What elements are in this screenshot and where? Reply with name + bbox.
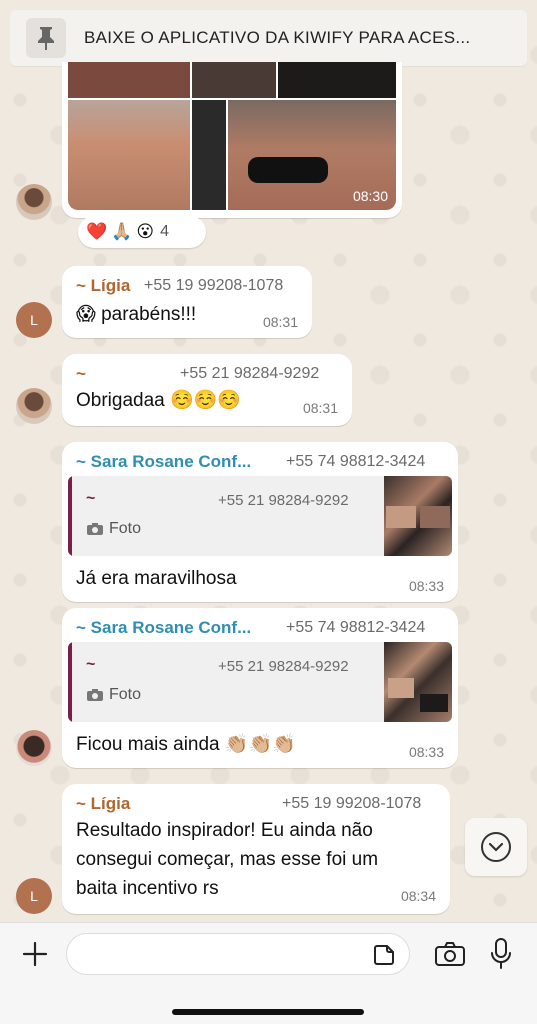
sender-phone: +55 74 98812-3424 <box>286 619 426 636</box>
message-input-bar <box>0 922 537 1024</box>
quoted-message[interactable]: ~ +55 21 98284-9292 Foto <box>68 642 452 722</box>
quote-label: Foto <box>109 520 142 537</box>
sender-name[interactable]: ~ <box>76 364 86 384</box>
quote-phone: +55 21 98284-9292 <box>218 492 349 509</box>
avatar[interactable] <box>16 388 52 424</box>
message-time: 08:34 <box>400 888 436 904</box>
camera-icon[interactable] <box>432 937 468 971</box>
message-text-line: Resultado inspirador! Eu ainda não <box>76 820 373 841</box>
avatar-letter: L <box>30 312 38 328</box>
quote-phone: +55 21 98284-9292 <box>218 658 349 675</box>
message-time: 08:30 <box>352 188 388 204</box>
message-text-line: consegui começar, mas esse foi um <box>76 849 379 870</box>
message-time: 08:31 <box>302 400 338 416</box>
quote-thumbnail <box>384 476 452 556</box>
avatar[interactable] <box>16 184 52 220</box>
photo-collage[interactable] <box>68 62 396 210</box>
sender-name[interactable]: ~ Sara Rosane Conf... <box>76 452 251 472</box>
message-bubble[interactable]: ~ Lígia +55 19 99208-1078 😱 parabéns!!! … <box>62 266 312 338</box>
message-text: Já era maravilhosa <box>76 568 237 589</box>
avatar[interactable]: L <box>16 878 52 914</box>
reaction-bar[interactable]: ❤️ 🙏🏼 😮 4 <box>78 216 206 248</box>
quote-photo-label: Foto <box>86 520 141 538</box>
message-bubble[interactable]: ~ Sara Rosane Conf... +55 74 98812-3424 … <box>62 608 458 768</box>
message-time: 08:33 <box>408 744 444 760</box>
pinned-message-banner[interactable]: BAIXE O APLICATIVO DA KIWIFY PARA ACES..… <box>10 10 527 66</box>
avatar[interactable]: L <box>16 302 52 338</box>
message-text: Obrigadaa ☺️☺️☺️ <box>76 390 241 411</box>
quote-label: Foto <box>109 686 142 703</box>
quote-bar <box>68 476 72 556</box>
sender-phone: +55 21 98284-9292 <box>180 365 320 382</box>
quote-sender: ~ <box>86 490 96 507</box>
quote-sender: ~ <box>86 656 96 673</box>
message-time: 08:31 <box>262 314 298 330</box>
avatar[interactable] <box>16 730 52 766</box>
message-text: 😱 parabéns!!! <box>76 304 197 325</box>
message-time: 08:33 <box>408 578 444 594</box>
message-bubble[interactable]: ~ Lígia +55 19 99208-1078 Resultado insp… <box>62 784 450 914</box>
message-bubble[interactable]: ~ +55 21 98284-9292 Obrigadaa ☺️☺️☺️ 08:… <box>62 354 352 426</box>
message-input[interactable] <box>66 933 410 975</box>
image-message-bubble[interactable]: 08:30 <box>62 62 402 218</box>
pin-icon <box>26 18 66 58</box>
camera-icon <box>87 523 103 535</box>
quote-thumbnail <box>384 642 452 722</box>
message-text: Ficou mais ainda 👏🏼👏🏼👏🏼 <box>76 734 296 755</box>
quote-bar <box>68 642 72 722</box>
reaction-emoji: 😮 <box>136 222 155 241</box>
sender-name[interactable]: ~ Lígia <box>76 794 130 814</box>
message-bubble[interactable]: ~ Sara Rosane Conf... +55 74 98812-3424 … <box>62 442 458 602</box>
quoted-message[interactable]: ~ +55 21 98284-9292 Foto <box>68 476 452 556</box>
reaction-emoji: 🙏🏼 <box>111 222 133 241</box>
sender-phone: +55 74 98812-3424 <box>286 453 426 470</box>
sticker-icon[interactable] <box>371 942 397 968</box>
reaction-emoji: ❤️ <box>86 222 108 241</box>
quote-photo-label: Foto <box>86 686 141 704</box>
sender-name[interactable]: ~ Lígia <box>76 276 130 296</box>
sender-name[interactable]: ~ Sara Rosane Conf... <box>76 618 251 638</box>
scroll-to-bottom-button[interactable] <box>465 818 527 876</box>
camera-icon <box>87 689 103 701</box>
pinned-message-text: BAIXE O APLICATIVO DA KIWIFY PARA ACES..… <box>84 28 471 47</box>
plus-icon[interactable] <box>18 937 52 971</box>
chevron-down-icon <box>481 832 511 862</box>
reaction-count: 4 <box>160 223 169 240</box>
avatar-letter: L <box>30 888 38 904</box>
sender-phone: +55 19 99208-1078 <box>144 277 284 294</box>
microphone-icon[interactable] <box>486 935 516 973</box>
message-text-line: baita incentivo rs <box>76 878 219 899</box>
home-indicator <box>172 1009 364 1015</box>
sender-phone: +55 19 99208-1078 <box>282 795 422 812</box>
